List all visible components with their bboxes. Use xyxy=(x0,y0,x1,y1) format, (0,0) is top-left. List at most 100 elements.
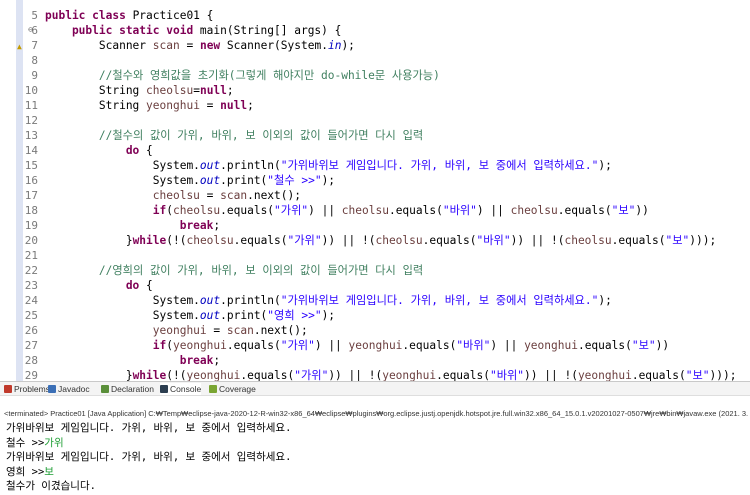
code-token: )) xyxy=(635,204,649,217)
console-line: 영희 >>보 xyxy=(6,465,54,480)
code-line: //철수의 값이 가위, 바위, 보 이외의 값이 들어가면 다시 입력 xyxy=(45,128,423,143)
code-token: while xyxy=(132,369,167,381)
code-token: .next(); xyxy=(253,324,308,337)
declaration-icon xyxy=(101,385,109,393)
code-token: "가위바위보 게임입니다. 가위, 바위, 보 중에서 입력하세요." xyxy=(280,294,599,307)
code-token: System. xyxy=(45,294,200,307)
code-token: .equals( xyxy=(631,369,686,381)
code-token: Scanner xyxy=(45,39,153,52)
code-token: yeonghui xyxy=(348,339,403,352)
code-token: { xyxy=(146,279,153,292)
code-token: yeonghui xyxy=(45,324,207,337)
console-user-input: 가위 xyxy=(44,436,64,449)
code-token: System. xyxy=(45,174,200,187)
code-token: "가위" xyxy=(294,369,329,381)
code-token: String xyxy=(45,84,147,97)
code-token: = xyxy=(206,324,227,337)
code-line: yeonghui = scan.next(); xyxy=(45,323,308,338)
code-token: cheolsu xyxy=(375,234,423,247)
code-line: String yeonghui = null; xyxy=(45,98,254,113)
code-token: .equals( xyxy=(422,234,477,247)
console-icon xyxy=(160,385,168,393)
code-line: if(yeonghui.equals("가위") || yeonghui.equ… xyxy=(45,338,669,353)
code-token: .equals( xyxy=(240,369,295,381)
code-token: ( xyxy=(166,339,173,352)
code-token: .next(); xyxy=(247,189,301,202)
code-line: if(cheolsu.equals("가위") || cheolsu.equal… xyxy=(45,203,649,218)
console-line: 가위바위보 게임입니다. 가위, 바위, 보 중에서 입력하세요. xyxy=(6,421,291,436)
code-token: .print( xyxy=(220,174,268,187)
code-token: .equals( xyxy=(402,339,457,352)
tab-label: Console xyxy=(170,384,202,394)
code-token: ( xyxy=(166,204,173,217)
code-token: "가위" xyxy=(274,204,309,217)
code-token: scan xyxy=(226,324,254,337)
code-token: new xyxy=(199,39,227,52)
fold-toggle-icon[interactable]: ⊖ xyxy=(26,26,35,35)
tab-console[interactable]: Console xyxy=(160,383,202,395)
code-token: "보" xyxy=(611,204,636,217)
code-token: )) || !( xyxy=(524,369,578,381)
code-token: System. xyxy=(45,159,200,172)
code-token: )) || !( xyxy=(321,234,376,247)
console-line: 철수가 이겼습니다. xyxy=(6,479,96,494)
code-line: System.out.print("철수 >>"); xyxy=(45,173,335,188)
console-line: 가위바위보 게임입니다. 가위, 바위, 보 중에서 입력하세요. xyxy=(6,450,291,465)
code-line: break; xyxy=(45,218,220,233)
code-line: do { xyxy=(45,143,153,158)
console-terminated-status: <terminated> Practice01 [Java Applicatio… xyxy=(4,409,750,418)
code-token: "바위" xyxy=(456,339,491,352)
code-token: if xyxy=(45,339,167,352)
code-token: break xyxy=(45,219,214,232)
code-token: (!( xyxy=(166,369,187,381)
code-token: ) || xyxy=(314,339,349,352)
code-token: main(String[] args) { xyxy=(199,24,342,37)
tab-coverage[interactable]: Coverage xyxy=(209,383,256,395)
code-token: System. xyxy=(45,309,200,322)
tab-problems[interactable]: Problems xyxy=(4,383,50,395)
code-token: cheolsu xyxy=(341,204,389,217)
code-token: Scanner(System. xyxy=(226,39,328,52)
code-token: "바위" xyxy=(442,204,477,217)
tab-label: Coverage xyxy=(219,384,256,394)
tab-declaration[interactable]: Declaration xyxy=(101,383,154,395)
code-token: .equals( xyxy=(388,204,443,217)
code-line: }while(!(cheolsu.equals("가위")) || !(cheo… xyxy=(45,233,716,248)
code-token: = xyxy=(193,84,200,97)
code-token: ))); xyxy=(689,234,717,247)
console-text: 가위바위보 게임입니다. 가위, 바위, 보 중에서 입력하세요. xyxy=(6,451,292,463)
code-token: scan xyxy=(220,189,248,202)
code-token: .equals( xyxy=(577,339,632,352)
console-user-input: 보 xyxy=(44,465,54,478)
code-token: if xyxy=(45,204,167,217)
code-line: System.out.println("가위바위보 게임입니다. 가위, 바위,… xyxy=(45,158,612,173)
code-token: cheolsu xyxy=(173,204,221,217)
code-token: yeonghui xyxy=(186,369,241,381)
code-token: yeonghui xyxy=(173,339,227,352)
code-token: cheolsu xyxy=(186,234,234,247)
code-token: .equals( xyxy=(233,234,288,247)
code-token: ) || xyxy=(490,339,525,352)
code-token: "바위" xyxy=(489,369,525,381)
code-token: ); xyxy=(341,39,355,52)
tab-javadoc[interactable]: Javadoc xyxy=(48,383,90,395)
tab-label: Javadoc xyxy=(58,384,90,394)
code-token: while xyxy=(132,234,167,247)
code-token: Practice01 { xyxy=(132,9,214,22)
code-line: System.out.println("가위바위보 게임입니다. 가위, 바위,… xyxy=(45,293,612,308)
tab-label: Declaration xyxy=(111,384,154,394)
code-line: Scanner scan = new Scanner(System.in); xyxy=(45,38,355,53)
code-line: break; xyxy=(45,353,220,368)
code-token: scan xyxy=(152,39,180,52)
code-line: do { xyxy=(45,278,153,293)
code-token: yeonghui xyxy=(524,339,578,352)
code-token: )) xyxy=(655,339,670,352)
code-token: { xyxy=(146,144,153,157)
warning-marker-icon[interactable]: ▲ xyxy=(17,43,24,51)
code-token: (!( xyxy=(166,234,187,247)
code-token: yeonghui xyxy=(382,369,437,381)
code-token: cheolsu xyxy=(146,84,194,97)
code-token: )) || !( xyxy=(328,369,383,381)
code-editor[interactable]: 5 6 7 8 9 10 11 12 13 14 15 16 17 18 19 20 21 22 23 24 25 26 2… xyxy=(0,0,750,381)
code-token: ); xyxy=(598,294,612,307)
